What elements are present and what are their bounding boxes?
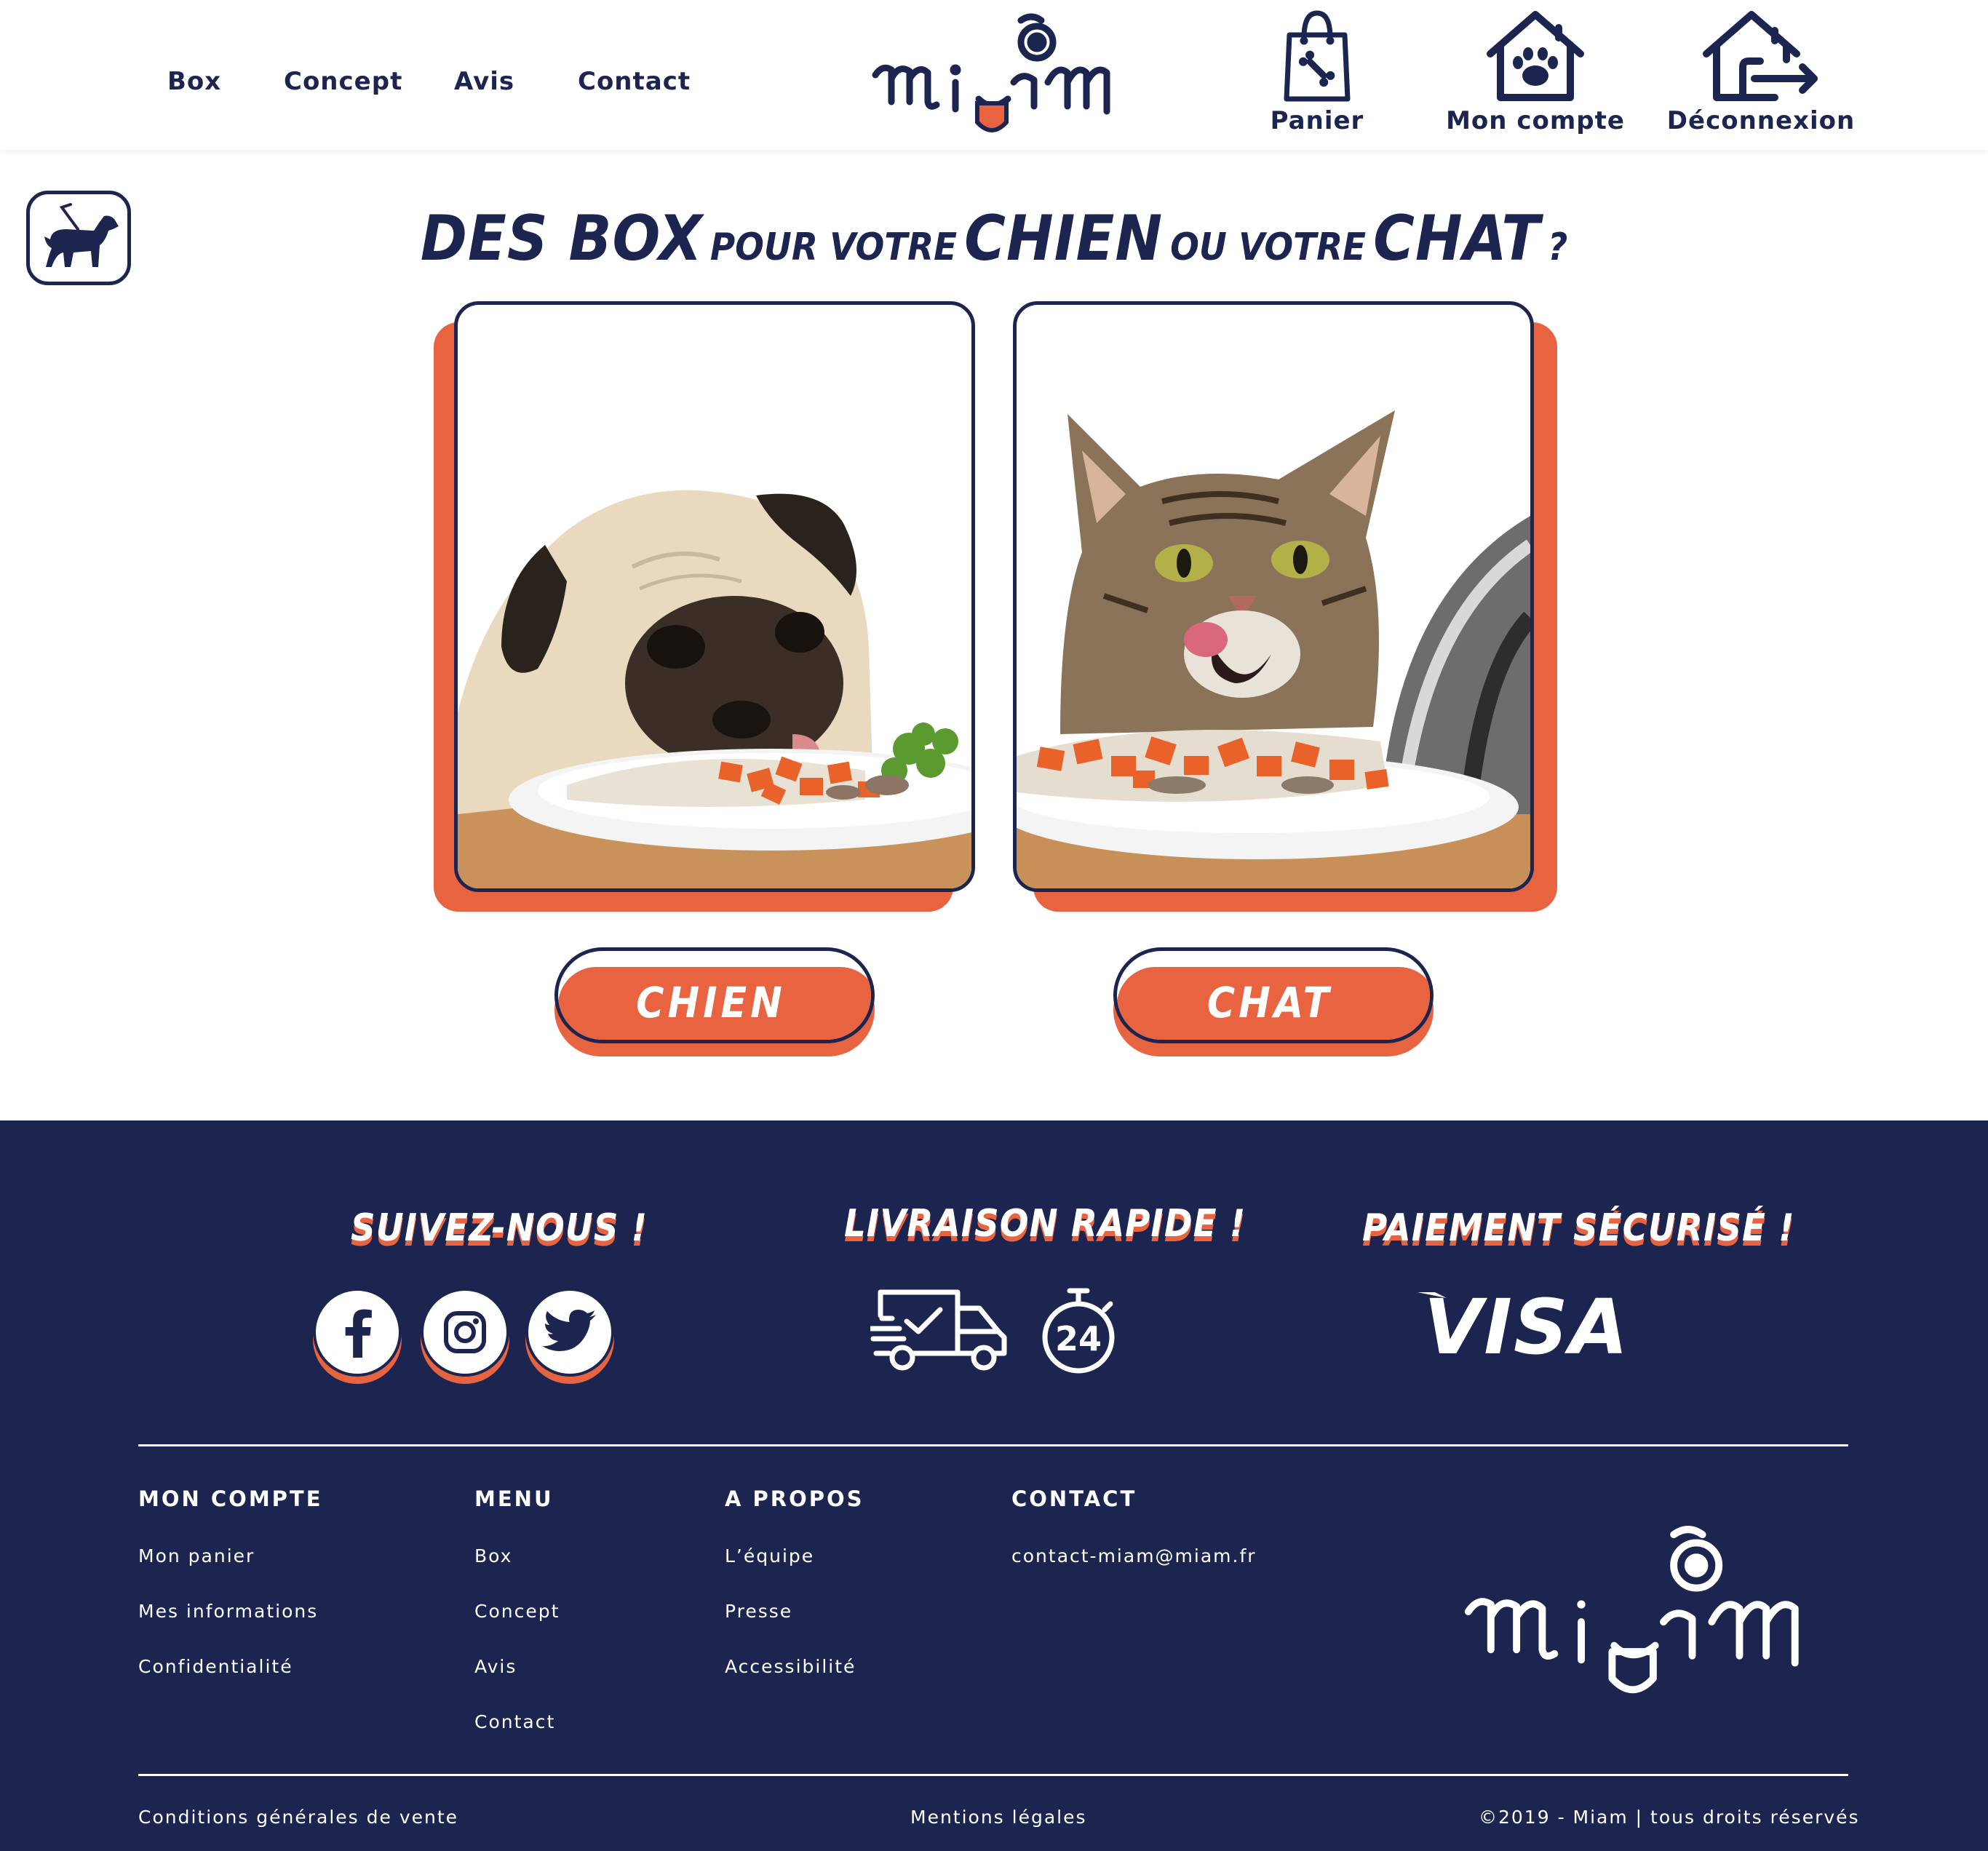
footer-col-contact-title: CONTACT bbox=[1011, 1486, 1137, 1511]
footer-link-box[interactable]: Box bbox=[474, 1545, 512, 1567]
footer-link-mes-informations[interactable]: Mes informations bbox=[138, 1601, 318, 1622]
title-part-cat: CHAT bbox=[1373, 202, 1541, 275]
visa-logo: VISA bbox=[1418, 1281, 1636, 1372]
cart-button[interactable]: Panier bbox=[1270, 9, 1364, 135]
footer-link-mon-panier[interactable]: Mon panier bbox=[138, 1545, 255, 1567]
instagram-link[interactable] bbox=[421, 1288, 509, 1377]
footer-col-menu-title: MENU bbox=[474, 1486, 554, 1511]
title-part-question: ? bbox=[1548, 226, 1568, 269]
account-button[interactable]: Mon compte bbox=[1444, 9, 1626, 135]
nav-link-avis[interactable]: Avis bbox=[454, 67, 514, 96]
footer-link-concept[interactable]: Concept bbox=[474, 1601, 560, 1622]
delivery-truck-icon bbox=[870, 1289, 1007, 1371]
footer-link-contact[interactable]: Contact bbox=[474, 1711, 555, 1732]
dog-button-label: CHIEN bbox=[636, 978, 786, 1027]
dog-card[interactable] bbox=[454, 301, 975, 892]
footer-link-equipe[interactable]: L’équipe bbox=[725, 1545, 814, 1567]
house-exit-icon bbox=[1703, 11, 1818, 101]
footer-link-confidentialite[interactable]: Confidentialité bbox=[138, 1656, 293, 1677]
facebook-link[interactable] bbox=[313, 1288, 402, 1377]
footer-link-accessibilite[interactable]: Accessibilité bbox=[725, 1656, 856, 1677]
logout-label: Déconnexion bbox=[1666, 106, 1856, 135]
footer-col-account-title: MON COMPTE bbox=[138, 1486, 323, 1511]
cat-button-label: CHAT bbox=[1206, 978, 1333, 1027]
choose-dog-button[interactable]: CHIEN bbox=[554, 947, 875, 1056]
page-title: DES BOX POUR VOTRE CHIEN OU VOTRE CHAT ? bbox=[0, 202, 1988, 275]
stopwatch-label: 24 bbox=[1055, 1319, 1102, 1358]
title-part-box: DES BOX bbox=[420, 202, 703, 275]
title-part-connector: POUR VOTRE bbox=[709, 226, 958, 269]
choose-cat-button[interactable]: CHAT bbox=[1113, 947, 1434, 1056]
footer-link-cgv[interactable]: Conditions générales de vente bbox=[138, 1807, 458, 1828]
facebook-icon bbox=[345, 1309, 372, 1358]
logout-button[interactable]: Déconnexion bbox=[1666, 9, 1856, 135]
footer-divider-top bbox=[138, 1444, 1848, 1446]
delivery-title: LIVRAISON RAPIDE ! bbox=[844, 1202, 1247, 1246]
follow-title: SUIVEZ-NOUS ! bbox=[351, 1206, 648, 1250]
nav-link-box[interactable]: Box bbox=[167, 67, 221, 96]
cart-label: Panier bbox=[1270, 106, 1364, 135]
footer-link-mentions-legales[interactable]: Mentions légales bbox=[910, 1807, 1087, 1828]
footer-link-email[interactable]: contact-miam@miam.fr bbox=[1011, 1545, 1257, 1567]
instagram-icon bbox=[444, 1311, 486, 1353]
cat-licking-plate bbox=[1017, 410, 1530, 888]
title-part-or: OU VOTRE bbox=[1170, 226, 1367, 269]
cat-card[interactable] bbox=[1013, 301, 1534, 892]
title-part-dog: CHIEN bbox=[964, 202, 1164, 275]
footer-col-about-title: A PROPOS bbox=[725, 1486, 864, 1511]
visa-card-icon: VISA bbox=[1418, 1283, 1630, 1372]
footer-divider-bottom bbox=[138, 1774, 1848, 1776]
miam-logo[interactable] bbox=[870, 13, 1121, 137]
site-header: Box Concept Avis Contact Panier Mon comp… bbox=[0, 0, 1988, 150]
shopping-bag-bone-icon bbox=[1284, 10, 1351, 102]
visa-label: VISA bbox=[1424, 1283, 1630, 1368]
miam-logo-footer bbox=[1464, 1526, 1799, 1694]
payment-title: PAIEMENT SÉCURISÉ ! bbox=[1362, 1206, 1795, 1250]
twitter-link[interactable] bbox=[525, 1288, 614, 1377]
footer-link-avis[interactable]: Avis bbox=[474, 1656, 517, 1677]
stopwatch-24-icon: 24 bbox=[1042, 1288, 1115, 1374]
site-footer: SUIVEZ-NOUS ! LIVRAISON RAPIDE ! PAIEMEN… bbox=[0, 1120, 1988, 1851]
footer-link-presse[interactable]: Presse bbox=[725, 1601, 792, 1622]
pug-eating-plate bbox=[458, 490, 971, 888]
footer-copyright: ©2019 - Miam | tous droits réservés bbox=[1479, 1807, 1860, 1828]
twitter-icon bbox=[542, 1310, 596, 1351]
nav-link-concept[interactable]: Concept bbox=[284, 67, 402, 96]
house-paw-icon bbox=[1487, 11, 1584, 101]
account-label: Mon compte bbox=[1446, 106, 1625, 135]
nav-link-contact[interactable]: Contact bbox=[578, 67, 691, 96]
